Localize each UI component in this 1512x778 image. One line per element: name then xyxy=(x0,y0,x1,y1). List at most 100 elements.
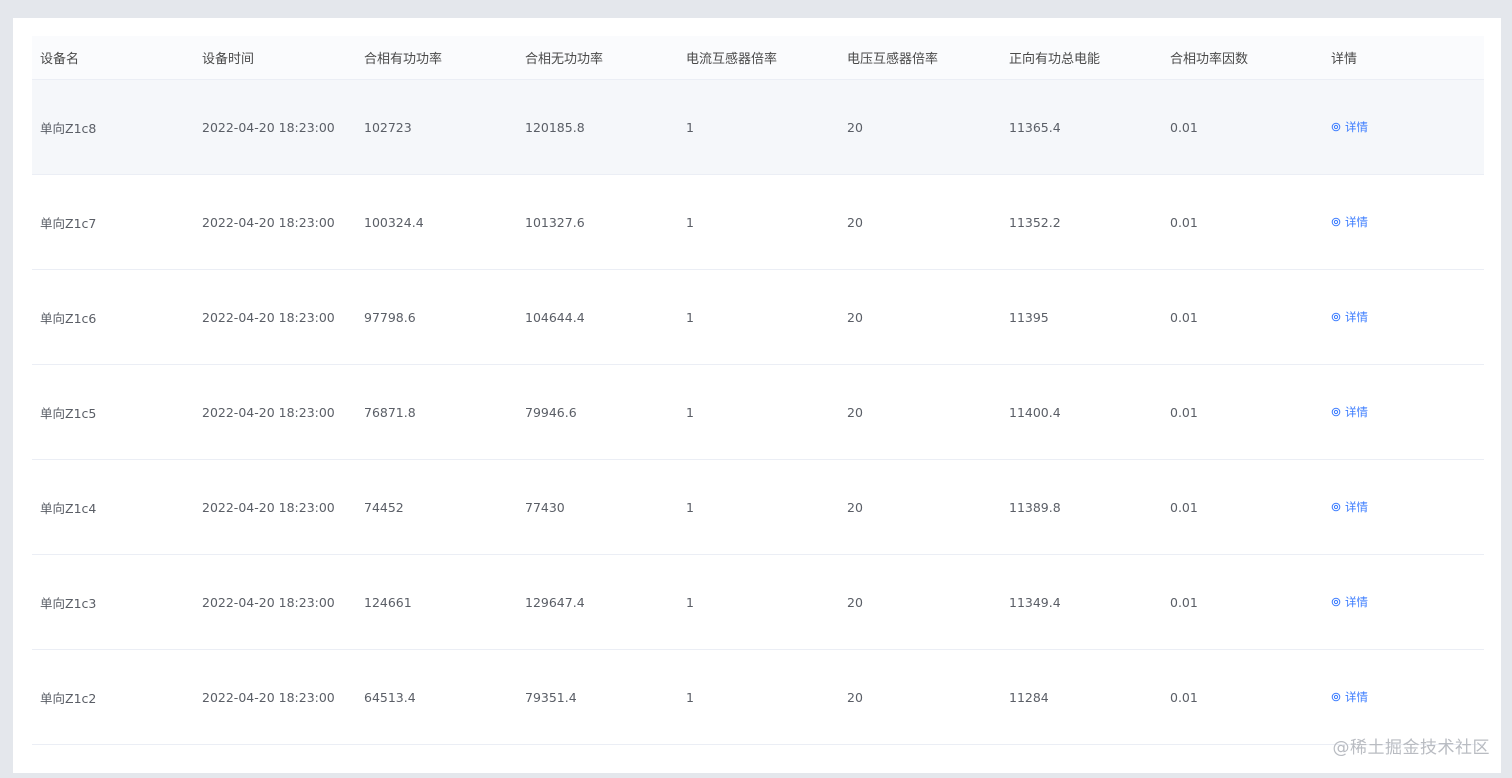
column-header-forward-energy[interactable]: 正向有功总电能 xyxy=(1001,48,1162,67)
device-time-cell: 2022-04-20 18:23:00 xyxy=(202,214,335,230)
watermark: @稀土掘金技术社区 xyxy=(1332,738,1490,758)
reactive-power-cell: 77430 xyxy=(525,499,565,515)
table-row[interactable]: 单向Z1c8 2022-04-20 18:23:00 102723 120185.8 1… xyxy=(32,80,1484,175)
column-header-reactive-power[interactable]: 合相无功功率 xyxy=(517,48,678,67)
device-name-cell: 单向Z1c2 xyxy=(40,690,97,706)
ct-ratio-cell: 1 xyxy=(686,499,694,515)
device-name-cell: 单向Z1c6 xyxy=(40,310,97,326)
active-power-cell: 124661 xyxy=(364,594,412,610)
vt-ratio-cell: 20 xyxy=(847,594,863,610)
forward-energy-cell: 11365.4 xyxy=(1009,119,1061,135)
active-power-cell: 76871.8 xyxy=(364,404,416,420)
power-factor-cell: 0.01 xyxy=(1170,309,1198,325)
active-power-cell: 64513.4 xyxy=(364,689,416,705)
table-row[interactable]: 单向Z1c4 2022-04-20 18:23:00 74452 77430 1 20 11… xyxy=(32,460,1484,555)
forward-energy-cell: 11389.8 xyxy=(1009,499,1061,515)
details-cell: 详情 xyxy=(1323,119,1444,135)
power-factor-cell: 0.01 xyxy=(1170,499,1198,515)
table-row[interactable]: 单向Z1c7 2022-04-20 18:23:00 100324.4 101327.… xyxy=(32,175,1484,270)
details-link-label: 详情 xyxy=(1345,595,1368,609)
table-row[interactable]: 单向Z1c2 2022-04-20 18:23:00 64513.4 79351.4 1… xyxy=(32,650,1484,745)
power-factor-cell: 0.01 xyxy=(1170,214,1198,230)
settings-icon xyxy=(1331,502,1341,512)
details-link[interactable]: 详情 xyxy=(1331,309,1368,325)
details-link[interactable]: 详情 xyxy=(1331,119,1368,135)
column-header-power-factor[interactable]: 合相功率因数 xyxy=(1162,48,1323,67)
power-factor-cell: 0.01 xyxy=(1170,119,1198,135)
reactive-power-cell: 129647.4 xyxy=(525,594,585,610)
column-header-active-power[interactable]: 合相有功功率 xyxy=(356,48,517,67)
device-name-cell: 单向Z1c7 xyxy=(40,215,97,231)
details-link-label: 详情 xyxy=(1345,405,1368,419)
device-name-cell: 单向Z1c4 xyxy=(40,500,97,516)
power-factor-cell: 0.01 xyxy=(1170,404,1198,420)
forward-energy-cell: 11395 xyxy=(1009,309,1049,325)
content-panel: 设备名 设备时间 合相有功功率 合相无功功率 电流互感器倍率 电压互感器倍率 正… xyxy=(13,18,1501,778)
table-row[interactable]: 单向Z1c3 2022-04-20 18:23:00 124661 129647.4 1… xyxy=(32,555,1484,650)
device-name-cell: 单向Z1c8 xyxy=(40,120,97,136)
device-time-cell: 2022-04-20 18:23:00 xyxy=(202,689,335,705)
column-header-device-time[interactable]: 设备时间 xyxy=(194,48,356,67)
ct-ratio-cell: 1 xyxy=(686,119,694,135)
details-link-label: 详情 xyxy=(1345,120,1368,134)
table-row[interactable]: 单向Z1c5 2022-04-20 18:23:00 76871.8 79946.6 1… xyxy=(32,365,1484,460)
details-link-label: 详情 xyxy=(1345,690,1368,704)
vt-ratio-cell: 20 xyxy=(847,499,863,515)
vt-ratio-cell: 20 xyxy=(847,214,863,230)
active-power-cell: 102723 xyxy=(364,119,412,135)
table-header: 设备名 设备时间 合相有功功率 合相无功功率 电流互感器倍率 电压互感器倍率 正… xyxy=(32,36,1484,80)
table-body: 单向Z1c8 2022-04-20 18:23:00 102723 120185.8 1… xyxy=(32,80,1484,745)
details-cell: 详情 xyxy=(1323,499,1444,515)
ct-ratio-cell: 1 xyxy=(686,404,694,420)
vt-ratio-cell: 20 xyxy=(847,309,863,325)
device-time-cell: 2022-04-20 18:23:00 xyxy=(202,499,335,515)
details-link[interactable]: 详情 xyxy=(1331,404,1368,420)
details-link[interactable]: 详情 xyxy=(1331,499,1368,515)
power-factor-cell: 0.01 xyxy=(1170,594,1198,610)
details-link-label: 详情 xyxy=(1345,500,1368,514)
reactive-power-cell: 101327.6 xyxy=(525,214,585,230)
settings-icon xyxy=(1331,692,1341,702)
settings-icon xyxy=(1331,122,1341,132)
forward-energy-cell: 11349.4 xyxy=(1009,594,1061,610)
device-time-cell: 2022-04-20 18:23:00 xyxy=(202,309,335,325)
details-cell: 详情 xyxy=(1323,214,1444,230)
details-link[interactable]: 详情 xyxy=(1331,594,1368,610)
device-name-cell: 单向Z1c3 xyxy=(40,595,97,611)
reactive-power-cell: 79946.6 xyxy=(525,404,577,420)
forward-energy-cell: 11400.4 xyxy=(1009,404,1061,420)
bottom-strip xyxy=(0,773,1512,778)
table-row[interactable]: 单向Z1c6 2022-04-20 18:23:00 97798.6 104644.4… xyxy=(32,270,1484,365)
details-link[interactable]: 详情 xyxy=(1331,214,1368,230)
ct-ratio-cell: 1 xyxy=(686,594,694,610)
column-header-vt-ratio[interactable]: 电压互感器倍率 xyxy=(839,48,1001,67)
ct-ratio-cell: 1 xyxy=(686,214,694,230)
reactive-power-cell: 120185.8 xyxy=(525,119,585,135)
column-header-ct-ratio[interactable]: 电流互感器倍率 xyxy=(678,48,839,67)
details-cell: 详情 xyxy=(1323,404,1444,420)
reactive-power-cell: 104644.4 xyxy=(525,309,585,325)
device-time-cell: 2022-04-20 18:23:00 xyxy=(202,594,335,610)
settings-icon xyxy=(1331,312,1341,322)
details-link[interactable]: 详情 xyxy=(1331,689,1368,705)
vt-ratio-cell: 20 xyxy=(847,119,863,135)
settings-icon xyxy=(1331,597,1341,607)
power-factor-cell: 0.01 xyxy=(1170,689,1198,705)
active-power-cell: 74452 xyxy=(364,499,404,515)
device-name-cell: 单向Z1c5 xyxy=(40,405,97,421)
details-cell: 详情 xyxy=(1323,309,1444,325)
column-header-details: 详情 xyxy=(1331,52,1358,67)
details-cell: 详情 xyxy=(1323,689,1444,705)
device-time-cell: 2022-04-20 18:23:00 xyxy=(202,404,335,420)
details-link-label: 详情 xyxy=(1345,215,1368,229)
settings-icon xyxy=(1331,407,1341,417)
reactive-power-cell: 79351.4 xyxy=(525,689,577,705)
vt-ratio-cell: 20 xyxy=(847,689,863,705)
details-cell: 详情 xyxy=(1323,594,1444,610)
vt-ratio-cell: 20 xyxy=(847,404,863,420)
details-link-label: 详情 xyxy=(1345,310,1368,324)
active-power-cell: 97798.6 xyxy=(364,309,416,325)
active-power-cell: 100324.4 xyxy=(364,214,424,230)
column-header-device-name[interactable]: 设备名 xyxy=(32,48,194,67)
device-time-cell: 2022-04-20 18:23:00 xyxy=(202,119,335,135)
